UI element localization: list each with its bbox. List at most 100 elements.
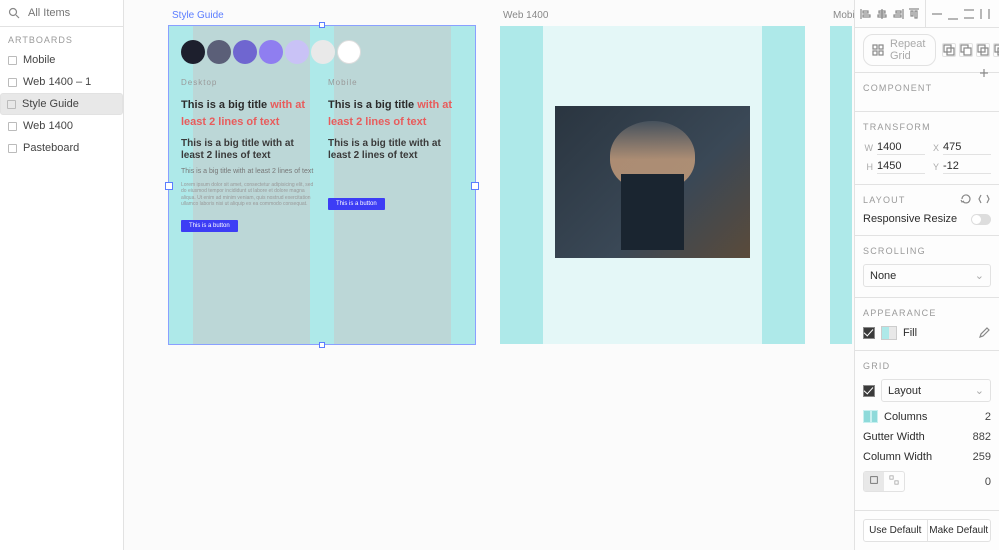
- columns-input[interactable]: 2: [985, 411, 991, 423]
- boolean-intersect-icon[interactable]: [976, 43, 990, 57]
- swatch[interactable]: [259, 40, 283, 64]
- eyedropper-icon[interactable]: [977, 326, 991, 340]
- repeat-grid-button[interactable]: Repeat Grid: [863, 34, 936, 66]
- align-left-icon[interactable]: [859, 7, 873, 21]
- repeat-grid-icon: [872, 43, 884, 57]
- boolean-exclude-icon[interactable]: [993, 43, 999, 57]
- distribute-v-icon[interactable]: [978, 7, 992, 21]
- design-canvas[interactable]: Style Guide Desktop This is a big title …: [124, 0, 854, 550]
- distribute-h-icon[interactable]: [962, 7, 976, 21]
- scrolling-header: SCROLLING: [863, 246, 991, 256]
- artboard-label: Pasteboard: [23, 142, 79, 154]
- artboard-title[interactable]: Web 1400: [503, 10, 548, 21]
- artboard-style-guide[interactable]: Style Guide Desktop This is a big title …: [169, 26, 475, 344]
- body-text: This is a big title with at least 2 line…: [181, 168, 316, 176]
- margin-input[interactable]: 0: [985, 476, 991, 488]
- artboard-title[interactable]: Style Guide: [172, 10, 224, 21]
- gutter-input[interactable]: 882: [973, 431, 991, 443]
- artboard-web1400[interactable]: Web 1400: [500, 26, 805, 344]
- artboard-label: Style Guide: [22, 98, 79, 110]
- align-right-icon[interactable]: [891, 7, 905, 21]
- artboard-item-styleguide[interactable]: Style Guide: [0, 93, 123, 115]
- chevron-down-icon: ⌄: [975, 384, 984, 397]
- search-icon: [8, 6, 20, 20]
- appearance-header: APPEARANCE: [863, 308, 991, 318]
- make-default-button[interactable]: Make Default: [928, 519, 992, 542]
- gutter-label: Gutter Width: [863, 431, 925, 443]
- rotate-icon[interactable]: [959, 192, 973, 206]
- artboard-icon: [8, 56, 17, 65]
- artboard-item-web1400-1[interactable]: Web 1400 – 1: [0, 71, 123, 93]
- artboard-item-pasteboard[interactable]: Pasteboard: [0, 137, 123, 159]
- grid-mode-select[interactable]: Layout ⌄: [881, 379, 991, 402]
- scrolling-value: None: [870, 270, 896, 282]
- boolean-subtract-icon[interactable]: [959, 43, 973, 57]
- grid-margin-mode[interactable]: [863, 471, 905, 492]
- boolean-add-icon[interactable]: [942, 43, 956, 57]
- h-input[interactable]: 1450: [877, 159, 925, 174]
- properties-panel: Repeat Grid COMPONENT TRANSFORM W 1400 X…: [854, 0, 999, 550]
- artboard-icon: [8, 78, 17, 87]
- responsive-toggle[interactable]: [971, 214, 991, 225]
- x-input[interactable]: 475: [943, 140, 991, 155]
- responsive-label: Responsive Resize: [863, 213, 957, 225]
- swatch[interactable]: [181, 40, 205, 64]
- x-label: X: [929, 143, 939, 153]
- y-input[interactable]: -12: [943, 159, 991, 174]
- align-hcenter-icon[interactable]: [875, 7, 889, 21]
- desktop-section: Desktop This is a big title with at leas…: [181, 78, 316, 232]
- flip-h-icon[interactable]: [977, 192, 991, 206]
- title-text: This is a big title: [181, 99, 270, 111]
- section-heading: Desktop: [181, 78, 316, 87]
- w-input[interactable]: 1400: [877, 140, 925, 155]
- hero-image: [555, 106, 750, 259]
- sample-button[interactable]: This is a button: [181, 220, 238, 232]
- align-toolbar: [855, 0, 999, 28]
- grid-checkbox[interactable]: [863, 385, 875, 397]
- y-label: Y: [929, 162, 939, 172]
- layers-sidebar: ARTBOARDS Mobile Web 1400 – 1 Style Guid…: [0, 0, 124, 550]
- chevron-down-icon: ⌄: [975, 269, 984, 282]
- fill-checkbox[interactable]: [863, 327, 875, 339]
- swatch[interactable]: [207, 40, 231, 64]
- transform-header: TRANSFORM: [863, 122, 991, 132]
- title-text: This is a big title: [328, 99, 417, 111]
- add-component-icon[interactable]: [977, 66, 991, 80]
- search-row: [0, 0, 123, 27]
- swatch[interactable]: [311, 40, 335, 64]
- columns-preview-icon: [863, 410, 878, 423]
- artboard-label: Web 1400 – 1: [23, 76, 91, 88]
- align-bottom-icon[interactable]: [946, 7, 960, 21]
- artboard-icon: [8, 122, 17, 131]
- margin-independent-icon[interactable]: [884, 472, 904, 491]
- sample-button[interactable]: This is a button: [328, 198, 385, 210]
- artboard-icon: [7, 100, 16, 109]
- artboard-item-mobile[interactable]: Mobile: [0, 49, 123, 71]
- use-default-button[interactable]: Use Default: [863, 519, 928, 542]
- swatch[interactable]: [285, 40, 309, 64]
- grid-header: GRID: [863, 361, 991, 371]
- h-label: H: [863, 162, 873, 172]
- artboard-mobile[interactable]: Mobile: [830, 26, 852, 344]
- swatch[interactable]: [233, 40, 257, 64]
- align-vcenter-icon[interactable]: [930, 7, 944, 21]
- component-header: COMPONENT: [863, 83, 991, 93]
- align-top-icon[interactable]: [907, 7, 921, 21]
- style-guide-content: Desktop This is a big title with at leas…: [169, 26, 475, 344]
- swatch[interactable]: [337, 40, 361, 64]
- lorem-text: Lorem ipsum dolor sit amet, consectetur …: [181, 182, 316, 208]
- margin-linked-icon[interactable]: [864, 472, 884, 491]
- fill-label: Fill: [903, 327, 917, 339]
- color-swatches: [181, 40, 463, 64]
- artboards-header: ARTBOARDS: [0, 27, 123, 49]
- artboard-item-web1400[interactable]: Web 1400: [0, 115, 123, 137]
- section-heading: Mobile: [328, 78, 463, 87]
- artboard-title[interactable]: Mobile: [833, 10, 854, 21]
- repeat-grid-label: Repeat Grid: [890, 38, 927, 62]
- scrolling-select[interactable]: None ⌄: [863, 264, 991, 287]
- subtitle-text: This is a big title with at least 2 line…: [181, 138, 316, 162]
- artboard-label: Mobile: [23, 54, 55, 66]
- fill-swatch[interactable]: [881, 326, 897, 340]
- columns-label: Columns: [884, 411, 927, 423]
- colwidth-input[interactable]: 259: [973, 451, 991, 463]
